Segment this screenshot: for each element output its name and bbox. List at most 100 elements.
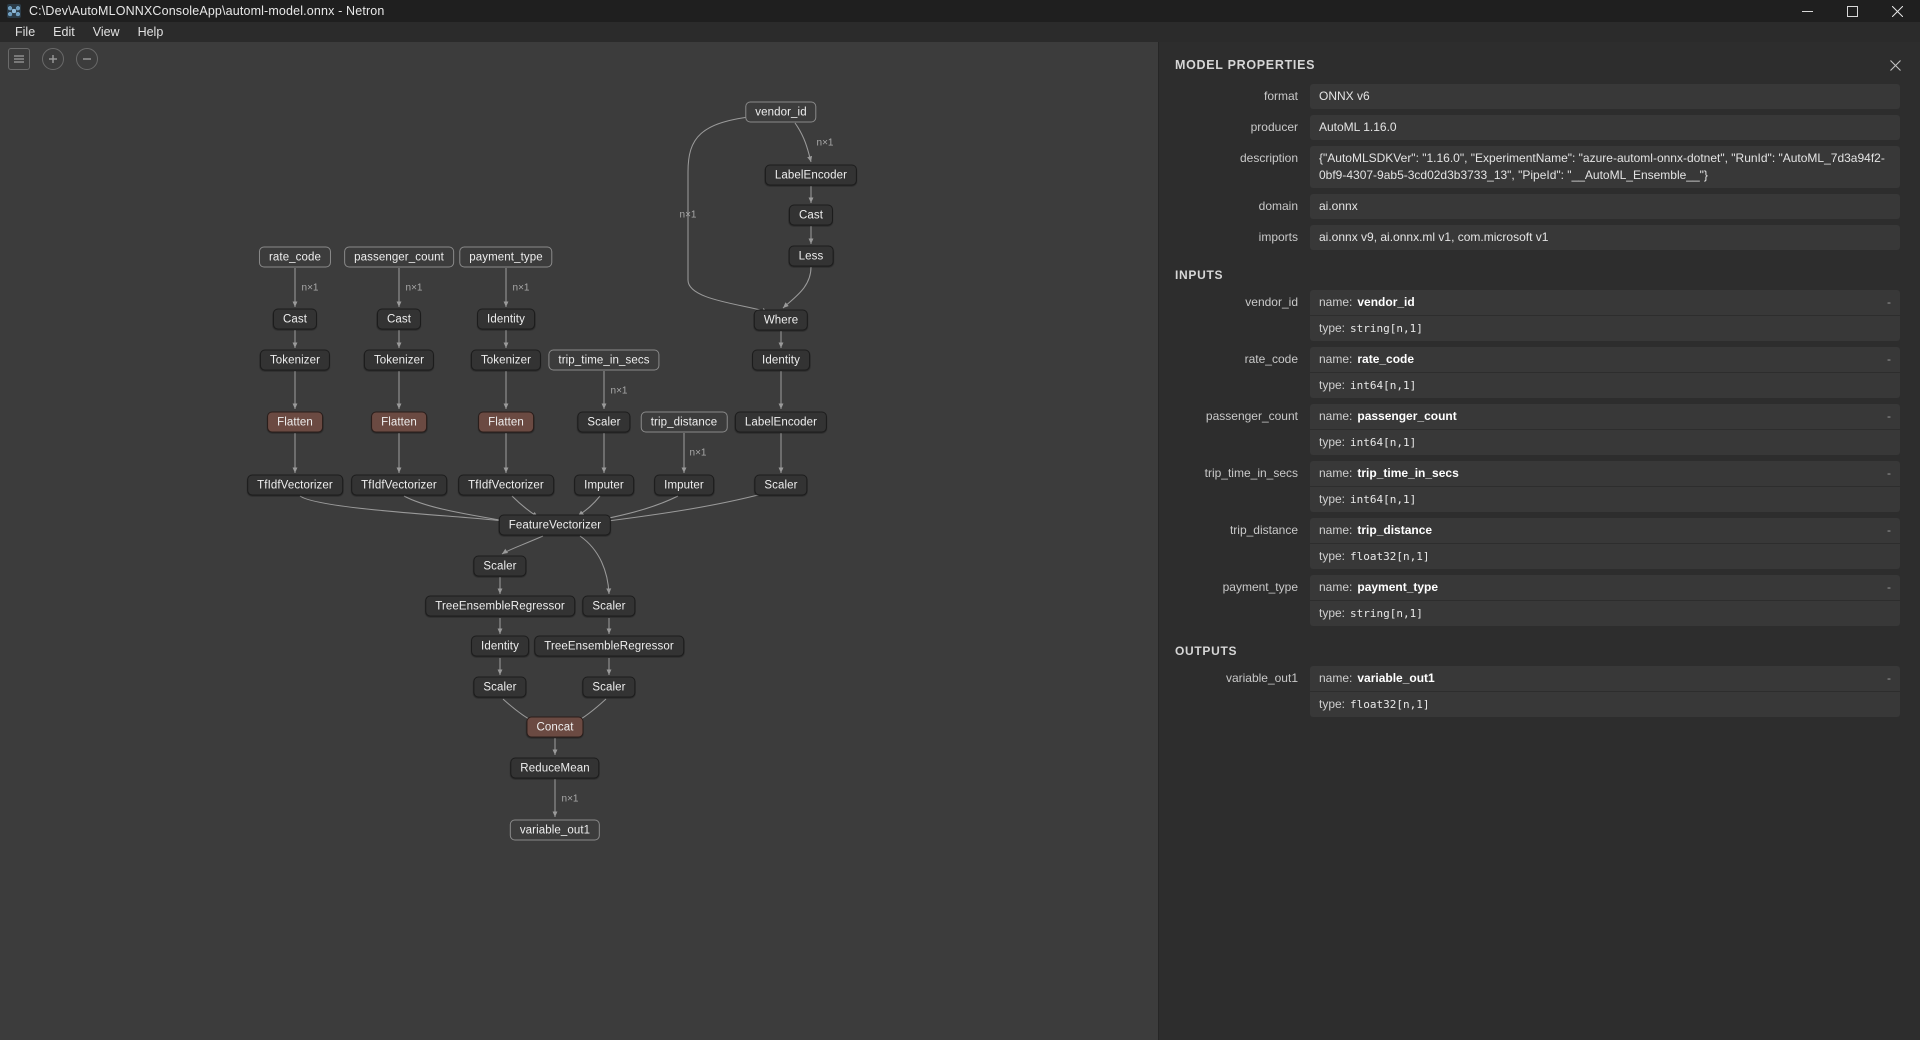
hamburger-menu-icon[interactable] [8, 48, 30, 70]
name-key: name: [1319, 465, 1352, 482]
main-area: vendor_id LabelEncoder Cast Less Where Identi… [0, 42, 1920, 1040]
graph-edges [0, 42, 1159, 1040]
close-icon[interactable] [1875, 0, 1920, 22]
name-value: payment_type [1357, 579, 1438, 596]
graph-node-featurevectorizer[interactable]: FeatureVectorizer [499, 515, 611, 536]
menu-item-file[interactable]: File [6, 22, 44, 42]
expand-toggle[interactable]: - [1877, 294, 1891, 311]
argument-type-line: type:int64[n,1] [1310, 486, 1900, 512]
input-row: vendor_idname:vendor_id-type:string[n,1] [1159, 290, 1920, 347]
input-row: passenger_countname:passenger_count-type… [1159, 404, 1920, 461]
argument-box: name:payment_type-type:string[n,1] [1310, 575, 1900, 626]
graph-node-tfidfvectorizer[interactable]: TfIdfVectorizer [247, 475, 343, 496]
graph-node-treeensembleregressor[interactable]: TreeEnsembleRegressor [425, 596, 575, 617]
graph-node-tfidfvectorizer[interactable]: TfIdfVectorizer [351, 475, 447, 496]
argument-type-line: type:string[n,1] [1310, 315, 1900, 341]
graph-node-tokenizer[interactable]: Tokenizer [364, 350, 434, 371]
graph-node-where[interactable]: Where [754, 310, 808, 331]
graph-node-payment-type[interactable]: payment_type [459, 247, 552, 268]
argument-name-line: name: trip_time_in_secs - [1310, 461, 1900, 486]
edge-label: n×1 [680, 210, 697, 221]
input-row: trip_distancename:trip_distance-type:flo… [1159, 518, 1920, 575]
type-key: type: [1319, 548, 1345, 565]
graph-node-variable-out1[interactable]: variable_out1 [510, 820, 600, 841]
graph-node-trip-distance[interactable]: trip_distance [641, 412, 728, 433]
minimize-icon[interactable] [1785, 0, 1830, 22]
name-key: name: [1319, 351, 1352, 368]
expand-toggle[interactable]: - [1877, 522, 1891, 539]
graph-node-labelencoder[interactable]: LabelEncoder [765, 165, 857, 186]
name-value: trip_time_in_secs [1357, 465, 1458, 482]
graph-node-cast[interactable]: Cast [273, 309, 317, 330]
expand-toggle[interactable]: - [1877, 670, 1891, 687]
expand-toggle[interactable]: - [1877, 351, 1891, 368]
maximize-icon[interactable] [1830, 0, 1875, 22]
graph-node-vendor-id[interactable]: vendor_id [745, 102, 816, 123]
graph-node-treeensembleregressor[interactable]: TreeEnsembleRegressor [534, 636, 684, 657]
expand-toggle[interactable]: - [1877, 465, 1891, 482]
outputs-section-title: OUTPUTS [1159, 632, 1920, 666]
outputs-list: variable_out1name:variable_out1-type:flo… [1159, 666, 1920, 723]
graph-node-scaler[interactable]: Scaler [473, 677, 526, 698]
menu-item-view[interactable]: View [84, 22, 129, 42]
edge-label: n×1 [817, 138, 834, 149]
graph-node-flatten[interactable]: Flatten [371, 412, 427, 433]
expand-toggle[interactable]: - [1877, 408, 1891, 425]
argument-name-line: name:payment_type- [1310, 575, 1900, 600]
graph-node-concat[interactable]: Concat [526, 717, 583, 738]
graph-node-tokenizer[interactable]: Tokenizer [260, 350, 330, 371]
property-row: formatONNX v6 [1159, 84, 1920, 115]
type-key: type: [1319, 377, 1345, 394]
type-value: string[n,1] [1350, 605, 1423, 622]
property-value[interactable]: ai.onnx [1310, 194, 1900, 219]
property-value[interactable]: ONNX v6 [1310, 84, 1900, 109]
graph-node-cast[interactable]: Cast [789, 205, 833, 226]
graph-node-identity[interactable]: Identity [471, 636, 529, 657]
zoom-in-icon[interactable] [42, 48, 64, 70]
type-value: float32[n,1] [1350, 548, 1429, 565]
graph-node-imputer[interactable]: Imputer [654, 475, 714, 496]
edge-label: n×1 [562, 794, 579, 805]
graph-node-identity[interactable]: Identity [752, 350, 810, 371]
graph-node-less[interactable]: Less [789, 246, 834, 267]
output-label: variable_out1 [1175, 666, 1310, 685]
close-icon[interactable] [1886, 56, 1904, 74]
menu-item-help[interactable]: Help [129, 22, 173, 42]
zoom-out-icon[interactable] [76, 48, 98, 70]
panel-title: MODEL PROPERTIES [1175, 58, 1315, 72]
output-row: variable_out1name:variable_out1-type:flo… [1159, 666, 1920, 723]
window-title: C:\Dev\AutoMLONNXConsoleApp\automl-model… [29, 4, 384, 18]
property-value[interactable]: ai.onnx v9, ai.onnx.ml v1, com.microsoft… [1310, 225, 1900, 250]
graph-node-imputer[interactable]: Imputer [574, 475, 634, 496]
graph-node-scaler[interactable]: Scaler [582, 596, 635, 617]
argument-type-line: type:int64[n,1] [1310, 429, 1900, 455]
graph-node-labelencoder[interactable]: LabelEncoder [735, 412, 827, 433]
property-value[interactable]: AutoML 1.16.0 [1310, 115, 1900, 140]
graph-node-tokenizer[interactable]: Tokenizer [471, 350, 541, 371]
window-controls [1785, 0, 1920, 22]
graph-node-scaler[interactable]: Scaler [577, 412, 630, 433]
expand-toggle[interactable]: - [1877, 579, 1891, 596]
graph-node-scaler[interactable]: Scaler [582, 677, 635, 698]
argument-name-line: name:passenger_count- [1310, 404, 1900, 429]
graph-node-scaler[interactable]: Scaler [754, 475, 807, 496]
graph-node-trip-time-in-secs[interactable]: trip_time_in_secs [548, 350, 659, 371]
graph-node-passenger-count[interactable]: passenger_count [344, 247, 454, 268]
edge-label: n×1 [513, 283, 530, 294]
graph-node-flatten[interactable]: Flatten [267, 412, 323, 433]
graph-node-cast[interactable]: Cast [377, 309, 421, 330]
type-value: int64[n,1] [1350, 491, 1416, 508]
property-row: producerAutoML 1.16.0 [1159, 115, 1920, 146]
edge-label: n×1 [302, 283, 319, 294]
graph-node-flatten[interactable]: Flatten [478, 412, 534, 433]
menu-item-edit[interactable]: Edit [44, 22, 84, 42]
property-value[interactable]: {"AutoMLSDKVer": "1.16.0", "ExperimentNa… [1310, 146, 1900, 188]
graph-node-reducemean[interactable]: ReduceMean [510, 758, 599, 779]
argument-type-line: type:int64[n,1] [1310, 372, 1900, 398]
model-properties-panel[interactable]: MODEL PROPERTIES formatONNX v6producerAu… [1159, 42, 1920, 1040]
graph-node-identity[interactable]: Identity [477, 309, 535, 330]
graph-canvas[interactable]: vendor_id LabelEncoder Cast Less Where Identi… [0, 42, 1159, 1040]
graph-node-scaler[interactable]: Scaler [473, 556, 526, 577]
graph-node-rate-code[interactable]: rate_code [259, 247, 331, 268]
graph-node-tfidfvectorizer[interactable]: TfIdfVectorizer [458, 475, 554, 496]
